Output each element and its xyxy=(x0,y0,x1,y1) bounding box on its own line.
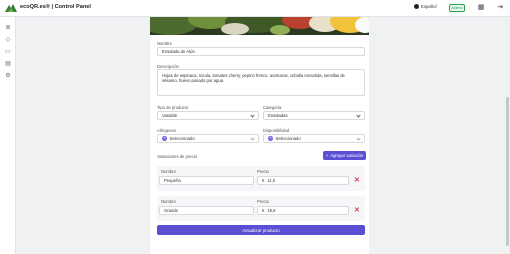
allergens-value: Seleccionado xyxy=(169,136,195,141)
category-value: Ensaladas xyxy=(268,113,288,118)
category-label: Categoría xyxy=(263,105,282,110)
name-label: Nombre xyxy=(157,41,172,46)
add-variation-label: Agregar variación xyxy=(330,153,364,158)
list-icon[interactable]: ≣ xyxy=(5,25,11,31)
app-title: ecoQR.es® | Control Panel xyxy=(20,4,91,10)
globe-icon xyxy=(414,4,419,9)
type-label: Tipo de producto xyxy=(157,105,189,110)
status-badge[interactable]: Abierto xyxy=(449,4,465,12)
availability-value: Seleccionado xyxy=(275,136,301,141)
add-variation-button[interactable]: + Agregar variación xyxy=(323,151,366,160)
variant-row: Nombre Grande Precio € 19,8 ✕ xyxy=(157,196,365,221)
update-product-label: Actualizar producto xyxy=(242,227,280,233)
type-value: Variable xyxy=(162,113,178,118)
plus-icon: + xyxy=(268,135,273,141)
currency-symbol: € xyxy=(262,208,265,213)
chevron-down-icon xyxy=(250,112,255,118)
name-value: Ensalada de Atún xyxy=(162,49,195,54)
variant-price-input[interactable]: € 11,0 xyxy=(257,176,349,185)
qr-icon[interactable]: ▤ xyxy=(5,61,11,67)
product-image xyxy=(150,17,369,35)
delete-icon[interactable]: ✕ xyxy=(354,177,360,184)
gear-icon[interactable]: ⚙ xyxy=(5,73,11,79)
category-select[interactable]: Ensaladas xyxy=(263,111,365,120)
availability-multiselect[interactable]: + Seleccionado xyxy=(263,134,365,143)
logo-icon xyxy=(5,4,17,12)
variations-label: Variaciones de precio xyxy=(157,154,197,159)
description-textarea[interactable]: Hojas de espinaca, rúcula, tomates cherr… xyxy=(157,69,365,96)
variant-price-value: 11,0 xyxy=(267,178,276,183)
type-select[interactable]: Variable xyxy=(157,111,259,120)
language-label: Español xyxy=(421,4,437,9)
chevron-down-icon xyxy=(356,112,361,118)
variant-name-input[interactable]: Grande xyxy=(159,206,254,215)
scrollbar[interactable] xyxy=(506,97,509,246)
allergens-multiselect[interactable]: + Seleccionado xyxy=(157,134,259,143)
variant-name-label: Nombre xyxy=(161,199,176,204)
language-selector[interactable]: Español xyxy=(414,4,437,9)
availability-label: Disponibilidad xyxy=(263,128,290,133)
delete-icon[interactable]: ✕ xyxy=(354,207,360,214)
plus-icon: + xyxy=(162,135,167,141)
variant-row: Nombre Pequeña Precio € 11,0 ✕ xyxy=(157,166,365,191)
allergens-label: Alérgenos xyxy=(157,128,176,133)
variant-price-label: Precio xyxy=(257,169,269,174)
name-input[interactable]: Ensalada de Atún xyxy=(157,47,365,56)
chevron-down-icon xyxy=(250,135,255,141)
plus-icon: + xyxy=(325,153,329,158)
variant-name-label: Nombre xyxy=(161,169,176,174)
variant-price-value: 19,8 xyxy=(267,208,276,213)
description-value: Hojas de espinaca, rúcula, tomates cherr… xyxy=(162,73,345,84)
chevron-down-icon xyxy=(356,135,361,141)
variant-price-input[interactable]: € 19,8 xyxy=(257,206,349,215)
top-bar: ecoQR.es® | Control Panel Español Abiert… xyxy=(0,0,510,17)
variant-name-input[interactable]: Pequeña xyxy=(159,176,254,185)
variant-name-value: Pequeña xyxy=(164,178,181,183)
grid-icon[interactable]: ▦ xyxy=(477,4,485,12)
currency-symbol: € xyxy=(262,178,265,183)
update-product-button[interactable]: Actualizar producto xyxy=(157,225,365,235)
inbox-icon[interactable]: ▭ xyxy=(5,49,11,55)
sidebar: ≣ ◇ ▭ ▤ ⚙ xyxy=(0,17,16,254)
logout-icon[interactable]: ⇥ xyxy=(496,4,504,12)
tag-icon[interactable]: ◇ xyxy=(5,37,11,43)
variant-price-label: Precio xyxy=(257,199,269,204)
variant-name-value: Grande xyxy=(164,208,178,213)
